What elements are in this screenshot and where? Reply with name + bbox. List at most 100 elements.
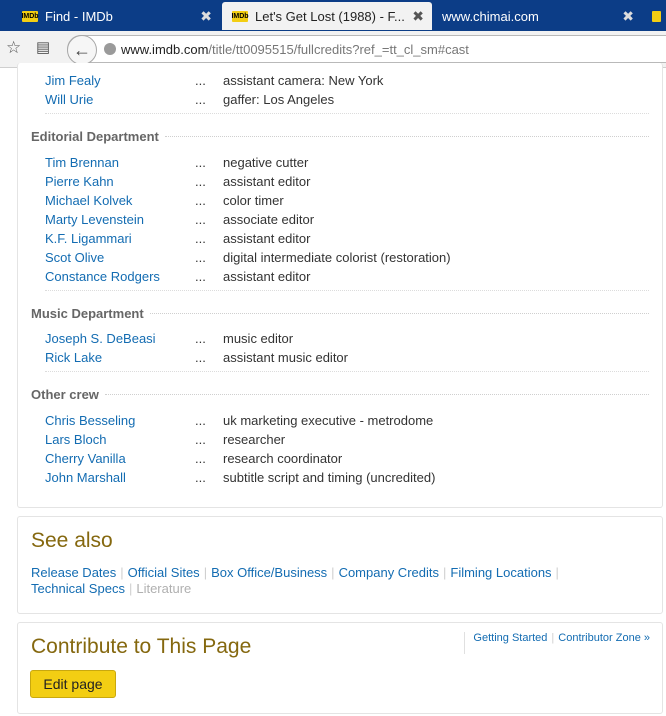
row-dots: ... bbox=[195, 73, 206, 88]
row-dots: ... bbox=[195, 231, 206, 246]
back-arrow-icon[interactable]: ← bbox=[67, 35, 97, 65]
crew-credit: color timer bbox=[223, 193, 284, 208]
close-tab-icon[interactable]: ✖ bbox=[412, 8, 424, 25]
divider bbox=[164, 136, 649, 137]
crew-row: Lars Bloch ... researcher bbox=[45, 432, 645, 450]
row-dots: ... bbox=[195, 470, 206, 485]
crew-row: Cherry Vanilla ... research coordinator bbox=[45, 451, 645, 469]
crew-name-link[interactable]: Michael Kolvek bbox=[45, 193, 195, 211]
department-heading: Music Department bbox=[31, 306, 649, 321]
close-tab-icon[interactable]: ✖ bbox=[622, 8, 634, 25]
crew-row: Michael Kolvek ... color timer bbox=[45, 193, 645, 211]
crew-credit: uk marketing executive - metrodome bbox=[223, 413, 434, 428]
crew-row: John Marshall ... subtitle script and ti… bbox=[45, 470, 645, 488]
divider bbox=[104, 394, 649, 395]
crew-row: Chris Besseling ... uk marketing executi… bbox=[45, 413, 645, 431]
link-release-dates[interactable]: Release Dates bbox=[31, 565, 116, 580]
department-title: Editorial Department bbox=[31, 129, 159, 144]
reader-view-icon[interactable]: ▤ bbox=[36, 38, 50, 56]
crew-credit: researcher bbox=[223, 432, 286, 447]
crew-name-link[interactable]: K.F. Ligammari bbox=[45, 231, 195, 249]
crew-name-link[interactable]: Constance Rodgers bbox=[45, 269, 195, 287]
see-also-heading: See also bbox=[31, 529, 113, 552]
url-text[interactable]: www.imdb.com/title/tt0095515/fullcredits… bbox=[121, 42, 469, 57]
row-dots: ... bbox=[195, 451, 206, 466]
close-tab-icon[interactable]: ✖ bbox=[200, 8, 212, 25]
see-also-links: Release Dates | Official Sites | Box Office/… bbox=[31, 565, 631, 597]
link-official-sites[interactable]: Official Sites bbox=[128, 565, 200, 580]
link-contributor-zone[interactable]: Contributor Zone » bbox=[558, 632, 650, 644]
crew-name-link[interactable]: Jim Fealy bbox=[45, 73, 195, 91]
crew-credit: gaffer: Los Angeles bbox=[223, 92, 335, 107]
link-company-credits[interactable]: Company Credits bbox=[339, 565, 439, 580]
link-filming-locations[interactable]: Filming Locations bbox=[450, 565, 551, 580]
tab-chimai[interactable]: www.chimai.com ✖ bbox=[430, 2, 642, 30]
crew-name-link[interactable]: Joseph S. DeBeasi bbox=[45, 331, 195, 349]
crew-name-link[interactable]: Cherry Vanilla bbox=[45, 451, 195, 469]
crew-credit: digital intermediate colorist (restorati… bbox=[223, 250, 451, 265]
imdb-favicon-icon: IMDb bbox=[21, 10, 39, 22]
crew-name-link[interactable]: Will Urie bbox=[45, 92, 195, 110]
link-separator: | bbox=[203, 565, 208, 580]
crew-credit: negative cutter bbox=[223, 155, 309, 170]
contribute-heading: Contribute to This Page bbox=[31, 635, 252, 658]
crew-name-link[interactable]: Lars Bloch bbox=[45, 432, 195, 450]
page-content: Jim Fealy ... assistant camera: New York… bbox=[0, 63, 666, 716]
crew-name-link[interactable]: John Marshall bbox=[45, 470, 195, 488]
crew-row: Will Urie ... gaffer: Los Angeles bbox=[45, 92, 645, 110]
row-dots: ... bbox=[195, 331, 206, 346]
edit-page-button[interactable]: Edit page bbox=[30, 670, 116, 698]
link-technical-specs[interactable]: Technical Specs bbox=[31, 581, 125, 596]
link-separator: | bbox=[443, 565, 447, 580]
crew-name-link[interactable]: Scot Olive bbox=[45, 250, 195, 268]
link-separator: | bbox=[120, 565, 124, 580]
crew-row: Rick Lake ... assistant music editor bbox=[45, 350, 645, 368]
department-title: Other crew bbox=[31, 387, 99, 402]
crew-credit: assistant editor bbox=[223, 174, 311, 189]
bookmark-star-icon[interactable]: ☆ bbox=[6, 38, 21, 58]
crew-credit: subtitle script and timing (uncredited) bbox=[223, 470, 436, 485]
tab-title: www.chimai.com bbox=[442, 8, 539, 24]
crew-row: Joseph S. DeBeasi ... music editor bbox=[45, 331, 645, 349]
tab-lets-get-lost[interactable]: IMDb Let's Get Lost (1988) - F... ✖ bbox=[222, 2, 432, 30]
crew-credit: assistant camera: New York bbox=[223, 73, 384, 88]
link-separator: | bbox=[331, 565, 335, 580]
tab-find-imdb[interactable]: IMDb Find - IMDb ✖ bbox=[12, 2, 220, 30]
crew-credit: assistant music editor bbox=[223, 350, 348, 365]
row-dots: ... bbox=[195, 174, 206, 189]
tab-partial[interactable] bbox=[648, 2, 666, 30]
department-heading: Other crew bbox=[31, 387, 649, 402]
contribute-panel: Contribute to This Page Getting Started |… bbox=[17, 622, 663, 714]
crew-credit: assistant editor bbox=[223, 231, 311, 246]
row-dots: ... bbox=[195, 212, 206, 227]
crew-credit: music editor bbox=[223, 331, 294, 346]
row-dots: ... bbox=[195, 92, 206, 107]
crew-name-link[interactable]: Pierre Kahn bbox=[45, 174, 195, 192]
tab-title: Let's Get Lost (1988) - F... bbox=[255, 8, 405, 24]
crew-name-link[interactable]: Marty Levenstein bbox=[45, 212, 195, 230]
crew-credit: associate editor bbox=[223, 212, 315, 227]
tab-bar: IMDb Find - IMDb ✖ IMDb Let's Get Lost (… bbox=[0, 0, 666, 31]
link-box-office[interactable]: Box Office/Business bbox=[211, 565, 327, 580]
row-dots: ... bbox=[195, 432, 206, 447]
crew-row: Pierre Kahn ... assistant editor bbox=[45, 174, 645, 192]
crew-row: K.F. Ligammari ... assistant editor bbox=[45, 231, 645, 249]
url-path: /title/tt0095515/fullcredits?ref_=tt_cl_… bbox=[208, 42, 469, 57]
address-bar[interactable]: ← www.imdb.com/title/tt0095515/fullcredi… bbox=[67, 35, 666, 65]
globe-icon bbox=[104, 43, 116, 55]
crew-name-link[interactable]: Chris Besseling bbox=[45, 413, 195, 431]
crew-name-link[interactable]: Tim Brennan bbox=[45, 155, 195, 173]
link-separator: | bbox=[555, 565, 559, 580]
row-dots: ... bbox=[195, 350, 206, 365]
crew-credit: research coordinator bbox=[223, 451, 343, 466]
full-credits-panel: Jim Fealy ... assistant camera: New York… bbox=[17, 63, 663, 508]
row-dots: ... bbox=[195, 413, 206, 428]
link-getting-started[interactable]: Getting Started bbox=[473, 632, 547, 644]
divider bbox=[45, 113, 649, 114]
see-also-panel: See also Release Dates | Official Sites | Bo… bbox=[17, 516, 663, 614]
url-host: www.imdb.com bbox=[121, 42, 209, 57]
crew-row: Scot Olive ... digital intermediate colo… bbox=[45, 250, 645, 268]
imdb-favicon-icon bbox=[652, 10, 661, 22]
link-literature-disabled: Literature bbox=[136, 581, 192, 596]
crew-name-link[interactable]: Rick Lake bbox=[45, 350, 195, 368]
